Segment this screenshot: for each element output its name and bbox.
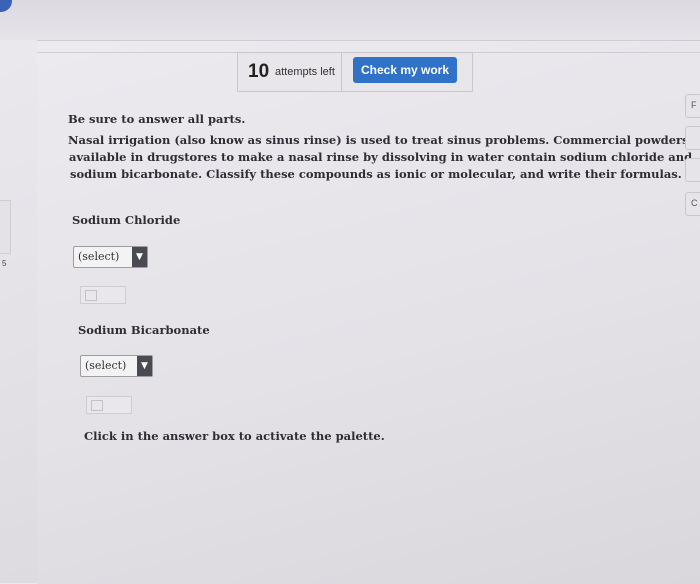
prompt-line-1: Nasal irrigation (also know as sinus rin… bbox=[68, 133, 689, 147]
formula-input-sodium-chloride[interactable] bbox=[80, 286, 126, 304]
right-edge-button-3[interactable] bbox=[685, 158, 700, 182]
caret-down-icon: ▼ bbox=[132, 247, 147, 267]
part-label-sodium-bicarbonate: Sodium Bicarbonate bbox=[78, 323, 210, 337]
right-edge-button-2[interactable] bbox=[685, 126, 700, 150]
attempts-indicator: 10 attempts left bbox=[237, 52, 343, 92]
answer-placeholder-icon bbox=[85, 290, 97, 301]
right-edge-button-4[interactable]: C bbox=[685, 192, 700, 216]
answer-placeholder-icon bbox=[91, 400, 103, 411]
right-edge-letter: F bbox=[691, 100, 697, 110]
check-work-container: Check my work bbox=[341, 52, 473, 92]
app-icon bbox=[0, 0, 12, 12]
browser-top-bar bbox=[0, 0, 700, 40]
right-edge-letter: C bbox=[691, 198, 698, 208]
instruction-text: Be sure to answer all parts. bbox=[68, 112, 246, 126]
check-my-work-button[interactable]: Check my work bbox=[353, 57, 457, 83]
classification-select-sodium-bicarbonate[interactable]: (select) ▼ bbox=[80, 355, 153, 377]
classification-select-sodium-chloride[interactable]: (select) ▼ bbox=[73, 246, 148, 268]
formula-input-sodium-bicarbonate[interactable] bbox=[86, 396, 132, 414]
attempts-label: attempts left bbox=[275, 66, 335, 78]
caret-down-icon: ▼ bbox=[137, 356, 152, 376]
prompt-line-2: available in drugstores to make a nasal … bbox=[69, 150, 693, 164]
part-label-sodium-chloride: Sodium Chloride bbox=[72, 213, 181, 227]
select-value: (select) bbox=[85, 359, 127, 372]
prompt-line-3: sodium bicarbonate. Classify these compo… bbox=[70, 167, 682, 181]
palette-hint: Click in the answer box to activate the … bbox=[84, 429, 385, 443]
right-edge-button-1[interactable]: F bbox=[685, 94, 700, 118]
left-edge-number: 5 bbox=[2, 259, 7, 268]
left-edge-tab[interactable] bbox=[0, 200, 11, 254]
attempts-count: 10 bbox=[248, 61, 270, 82]
select-value: (select) bbox=[78, 250, 120, 263]
